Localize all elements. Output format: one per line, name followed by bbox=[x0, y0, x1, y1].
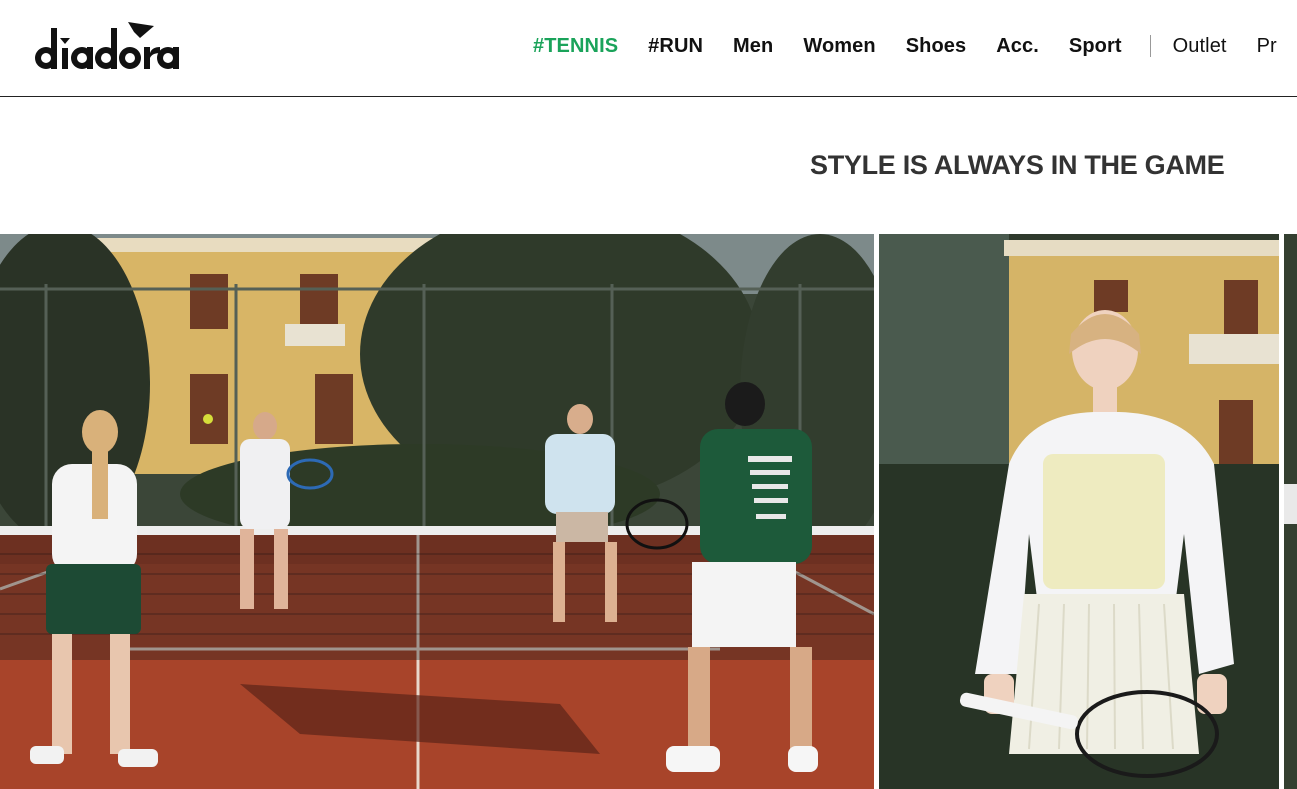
court-scene-image bbox=[0, 234, 874, 789]
gallery-image-portrait[interactable] bbox=[879, 234, 1279, 789]
nav-item-sport[interactable]: Sport bbox=[1069, 35, 1122, 58]
main-nav: #TENNIS #RUN Men Women Shoes Acc. Sport … bbox=[533, 34, 1297, 58]
gallery-image-next[interactable] bbox=[1284, 234, 1297, 789]
nav-item-run[interactable]: #RUN bbox=[648, 35, 703, 58]
page-headline: STYLE IS ALWAYS IN THE GAME bbox=[810, 150, 1225, 180]
nav-item-men[interactable]: Men bbox=[733, 35, 773, 58]
diadora-logo[interactable] bbox=[34, 20, 180, 72]
nav-item-women[interactable]: Women bbox=[803, 35, 875, 58]
nav-item-outlet[interactable]: Outlet bbox=[1173, 35, 1227, 58]
nav-item-tennis[interactable]: #TENNIS bbox=[533, 35, 618, 58]
gallery-image-court[interactable] bbox=[0, 234, 874, 789]
next-image bbox=[1284, 234, 1297, 789]
nav-item-shoes[interactable]: Shoes bbox=[906, 35, 967, 58]
nav-item-pr[interactable]: Pr bbox=[1257, 35, 1277, 58]
portrait-image bbox=[879, 234, 1279, 789]
site-header: #TENNIS #RUN Men Women Shoes Acc. Sport … bbox=[0, 0, 1297, 97]
nav-item-accessories[interactable]: Acc. bbox=[996, 35, 1039, 58]
diadora-logo-icon bbox=[35, 22, 179, 69]
nav-divider bbox=[1149, 35, 1151, 57]
